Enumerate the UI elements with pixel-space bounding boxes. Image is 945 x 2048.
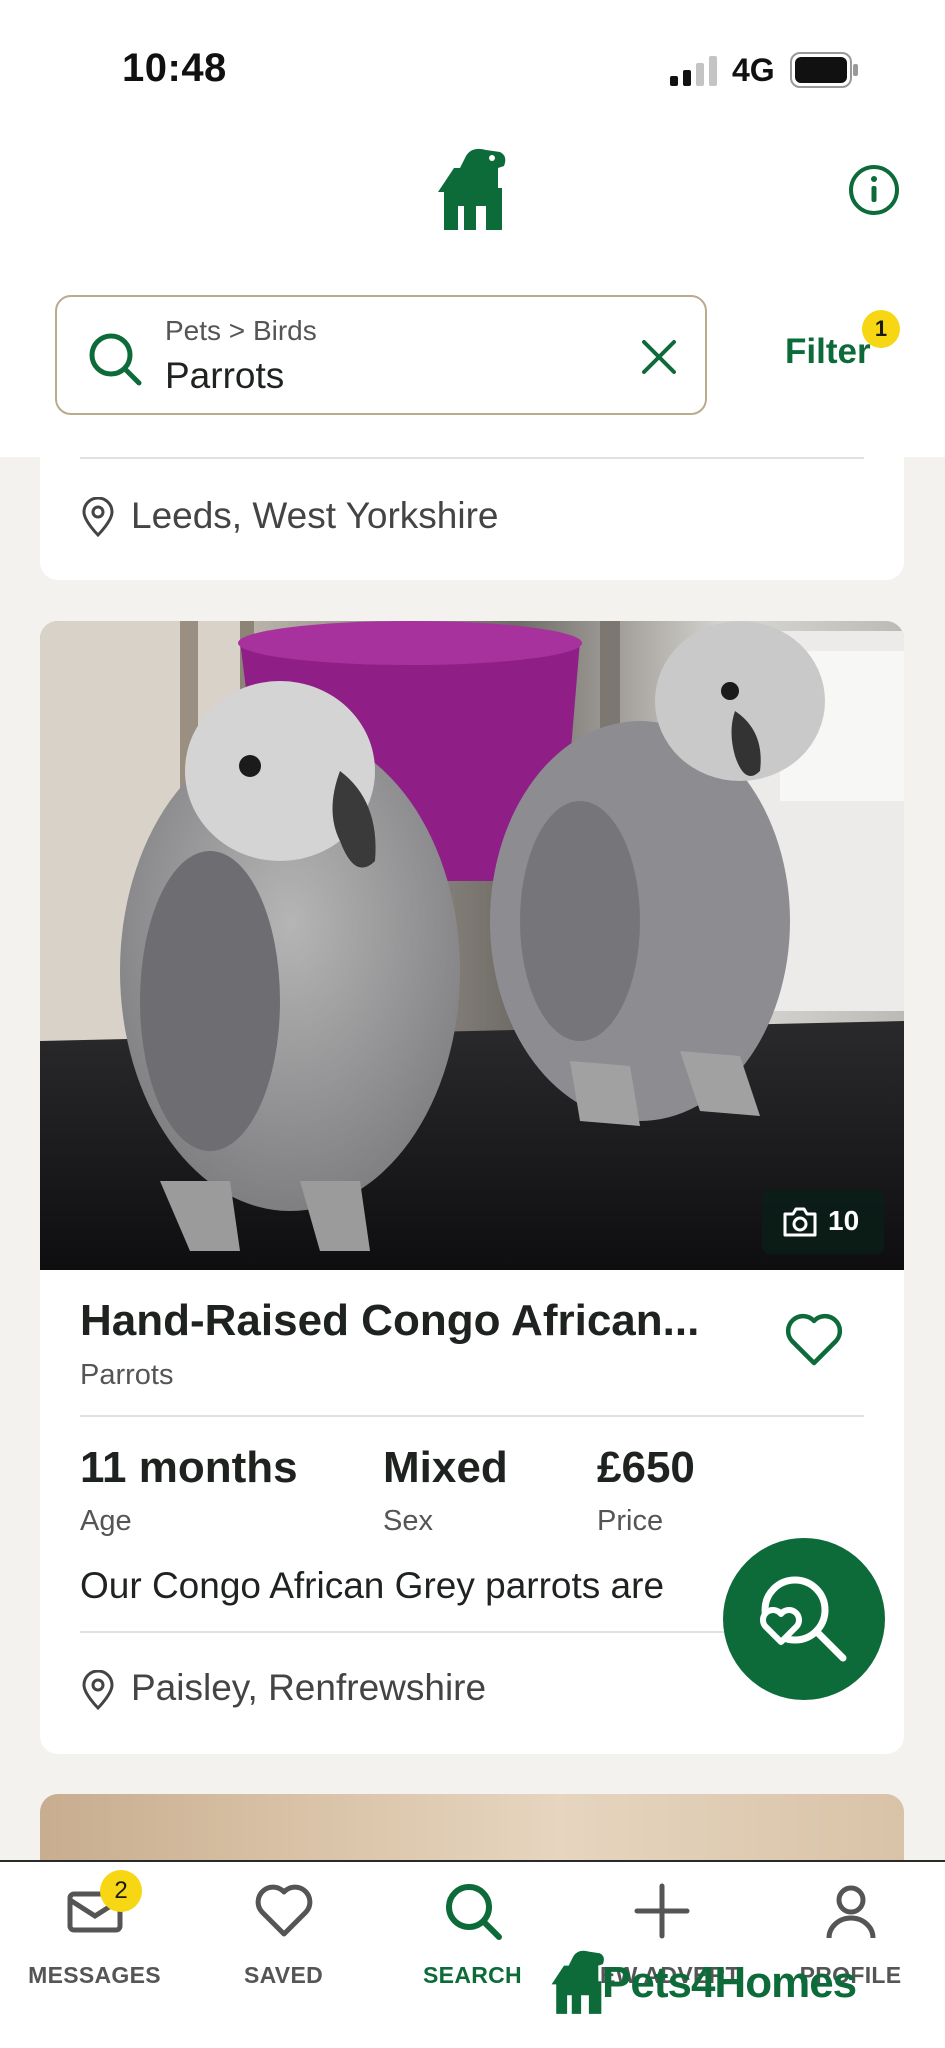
photo-count-badge: 10 [762, 1190, 884, 1254]
card-divider [80, 1415, 864, 1417]
card-divider [80, 457, 864, 459]
listing-description: Our Congo African Grey parrots are [80, 1565, 665, 1606]
search-icon [446, 1884, 502, 1940]
info-icon[interactable] [848, 164, 900, 216]
nav-search-label: SEARCH [423, 1962, 522, 1988]
listing-photo[interactable] [40, 621, 904, 1270]
network-type: 4G [732, 52, 775, 88]
stat-age-value: 11 months [80, 1443, 298, 1492]
location-pin-icon [82, 497, 114, 537]
listing-location: Leeds, West Yorkshire [131, 495, 499, 536]
pets4homes-logo-icon [438, 148, 506, 230]
status-bar: 10:48 4G [0, 0, 945, 130]
stat-price-value: £650 [597, 1443, 695, 1492]
status-time: 10:48 [122, 46, 227, 90]
listing-card-previous[interactable]: Leeds, West Yorkshire [40, 457, 904, 580]
pets4homes-logo-icon [551, 1950, 604, 2014]
signal-icon [670, 56, 717, 86]
battery-icon [790, 52, 858, 88]
filter-count-badge: 1 [862, 310, 900, 348]
app-header: Pets > Birds Parrots Filter 1 [0, 130, 945, 457]
search-breadcrumb: Pets > Birds [165, 315, 317, 346]
filter-button[interactable]: Filter [785, 332, 871, 372]
messages-badge: 2 [100, 1870, 142, 1912]
nav-search[interactable]: SEARCH [378, 1862, 567, 2002]
plus-icon [634, 1883, 690, 1939]
nav-messages[interactable]: 2 MESSAGES [0, 1862, 189, 2002]
saved-search-icon [760, 1576, 847, 1662]
stat-price-label: Price [597, 1505, 664, 1537]
nav-messages-label: MESSAGES [28, 1962, 161, 1988]
listing-category: Parrots [80, 1359, 174, 1391]
location-pin-icon [82, 1670, 114, 1710]
search-input-value[interactable]: Parrots [165, 355, 284, 397]
search-icon [89, 333, 142, 386]
person-icon [826, 1885, 876, 1939]
listing-title[interactable]: Hand-Raised Congo African... [80, 1296, 699, 1346]
heart-icon[interactable] [784, 1311, 844, 1367]
nav-saved-label: SAVED [243, 1962, 324, 1988]
nav-saved[interactable]: SAVED [189, 1862, 378, 2002]
saved-search-button[interactable] [723, 1538, 885, 1700]
stat-age-label: Age [80, 1505, 132, 1537]
stat-sex-value: Mixed [383, 1443, 508, 1492]
heart-icon [255, 1884, 313, 1937]
watermark-text: Pets4Homes [602, 1958, 857, 2007]
close-icon[interactable] [639, 337, 679, 377]
stat-sex-label: Sex [383, 1505, 433, 1537]
search-field[interactable]: Pets > Birds Parrots [55, 295, 707, 415]
camera-icon [783, 1207, 817, 1237]
photo-count: 10 [828, 1205, 860, 1236]
pets4homes-watermark: Pets4Homes [550, 1950, 890, 2014]
listing-location: Paisley, Renfrewshire [131, 1667, 487, 1708]
